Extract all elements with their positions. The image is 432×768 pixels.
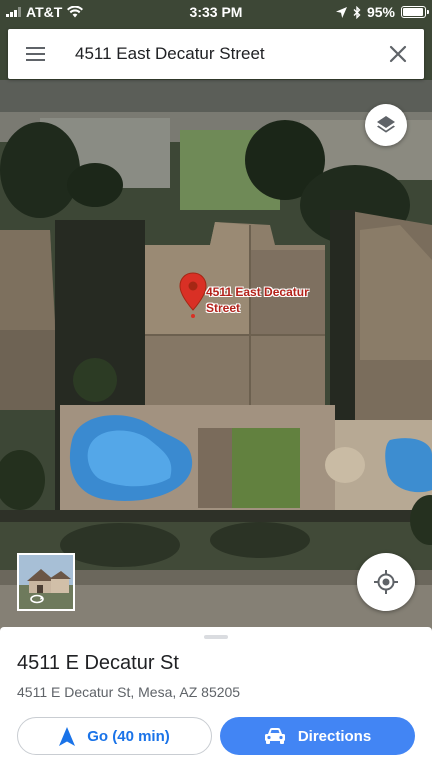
layers-icon xyxy=(377,116,395,133)
my-location-button[interactable] xyxy=(357,553,415,611)
navigation-arrow-icon xyxy=(59,726,76,746)
search-query[interactable]: 4511 East Decatur Street xyxy=(75,44,265,64)
map-pin-label-line2: Street xyxy=(206,301,241,315)
satellite-map[interactable] xyxy=(0,0,432,632)
search-bar[interactable]: 4511 East Decatur Street xyxy=(8,29,424,79)
go-button-label: Go (40 min) xyxy=(87,727,170,745)
car-icon xyxy=(264,728,285,744)
map-pin-icon[interactable] xyxy=(178,272,208,318)
menu-icon[interactable] xyxy=(24,43,48,65)
status-bar: AT&T 3:33 PM 95% xyxy=(0,0,432,24)
directions-button-label: Directions xyxy=(297,727,372,745)
bluetooth-icon xyxy=(353,5,361,19)
go-button[interactable]: Go (40 min) xyxy=(17,717,212,755)
location-arrow-icon xyxy=(335,6,347,18)
satellite-imagery xyxy=(0,0,432,632)
layers-button[interactable] xyxy=(365,104,407,146)
street-view-thumbnail[interactable] xyxy=(17,553,75,611)
directions-button[interactable]: Directions xyxy=(220,717,415,755)
place-name: 4511 E Decatur St xyxy=(17,652,179,674)
close-icon[interactable] xyxy=(386,42,410,66)
street-view-house-image xyxy=(19,555,73,609)
place-details-sheet[interactable]: 4511 E Decatur St 4511 E Decatur St, Mes… xyxy=(0,627,432,768)
my-location-icon xyxy=(374,570,398,594)
map-pin-label: 4511 East Decatur Street xyxy=(206,284,336,316)
sheet-drag-handle[interactable] xyxy=(204,635,228,639)
map-pin-label-line1: 4511 East Decatur xyxy=(206,285,309,299)
360-view-icon xyxy=(30,594,44,604)
battery-percent: 95% xyxy=(366,4,395,20)
place-address: 4511 E Decatur St, Mesa, AZ 85205 xyxy=(17,684,241,700)
battery-icon xyxy=(401,6,429,18)
